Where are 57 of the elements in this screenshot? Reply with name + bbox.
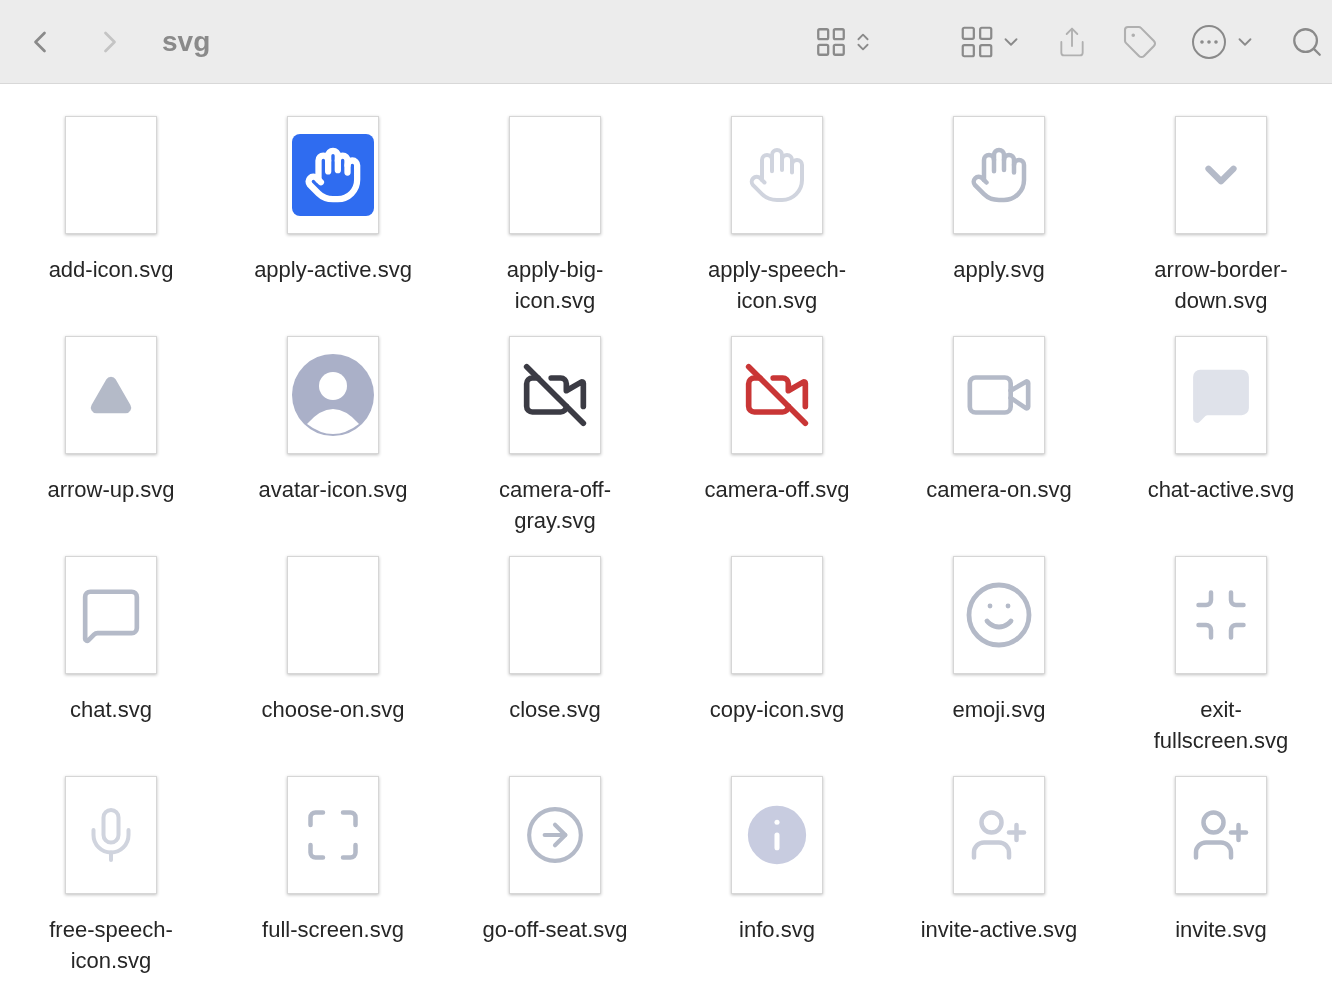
file-name[interactable]: free-speech-icon.svg [26,914,196,976]
camera-off-icon [521,361,589,429]
file-thumbnail[interactable] [509,116,601,234]
file-thumbnail[interactable] [509,776,601,894]
file-name[interactable]: info.svg [692,914,862,945]
hand-icon [747,145,807,205]
file-thumbnail[interactable] [287,556,379,674]
file-thumbnail[interactable] [287,336,379,454]
file-name[interactable]: apply-active.svg [248,254,418,285]
camera-off-icon [743,361,811,429]
file-name[interactable]: invite-active.svg [914,914,1084,945]
file-name[interactable]: camera-off.svg [692,474,862,505]
tag-icon[interactable] [1122,23,1158,60]
file-name[interactable]: emoji.svg [914,694,1084,725]
file-thumbnail[interactable] [65,776,157,894]
file-name[interactable]: add-icon.svg [26,254,196,285]
file-name[interactable]: camera-off-gray.svg [470,474,640,536]
avatar-icon [292,354,374,436]
file-name[interactable]: exit-fullscreen.svg [1136,694,1306,756]
file-name[interactable]: copy-icon.svg [692,694,862,725]
file-thumbnail[interactable] [1175,336,1267,454]
file-thumbnail[interactable] [731,556,823,674]
file-thumbnail[interactable] [731,116,823,234]
file-thumbnail[interactable] [731,336,823,454]
file-name[interactable]: go-off-seat.svg [470,914,640,945]
file-thumbnail[interactable] [953,116,1045,234]
file-thumbnail[interactable] [287,116,379,234]
file-thumbnail[interactable] [509,336,601,454]
file-thumbnail[interactable] [731,776,823,894]
file-name[interactable]: full-screen.svg [248,914,418,945]
file-name[interactable]: arrow-up.svg [26,474,196,505]
file-thumbnail[interactable] [953,776,1045,894]
file-name[interactable]: apply-speech-icon.svg [692,254,862,316]
file-name[interactable]: close.svg [470,694,640,725]
file-name[interactable]: chat-active.svg [1136,474,1306,505]
file-name[interactable]: choose-on.svg [248,694,418,725]
file-thumbnail[interactable] [65,116,157,234]
file-name[interactable]: apply-big-icon.svg [470,254,640,316]
file-thumbnail[interactable] [287,776,379,894]
file-thumbnail[interactable] [1175,556,1267,674]
hand-icon [292,134,374,216]
file-name[interactable]: apply.svg [914,254,1084,285]
file-name[interactable]: chat.svg [26,694,196,725]
folder-title: svg [162,24,211,59]
file-thumbnail[interactable] [953,556,1045,674]
file-name[interactable]: camera-on.svg [914,474,1084,505]
file-thumbnail[interactable] [1175,776,1267,894]
file-thumbnail[interactable] [65,556,157,674]
file-name[interactable]: avatar-icon.svg [248,474,418,505]
file-name[interactable]: invite.svg [1136,914,1306,945]
file-name[interactable]: arrow-border-down.svg [1136,254,1306,316]
file-thumbnail[interactable] [953,336,1045,454]
file-thumbnail[interactable] [509,556,601,674]
file-thumbnail[interactable] [65,336,157,454]
hand-icon [969,145,1029,205]
file-thumbnail[interactable] [1175,116,1267,234]
ellipsis-icon [1192,24,1226,59]
